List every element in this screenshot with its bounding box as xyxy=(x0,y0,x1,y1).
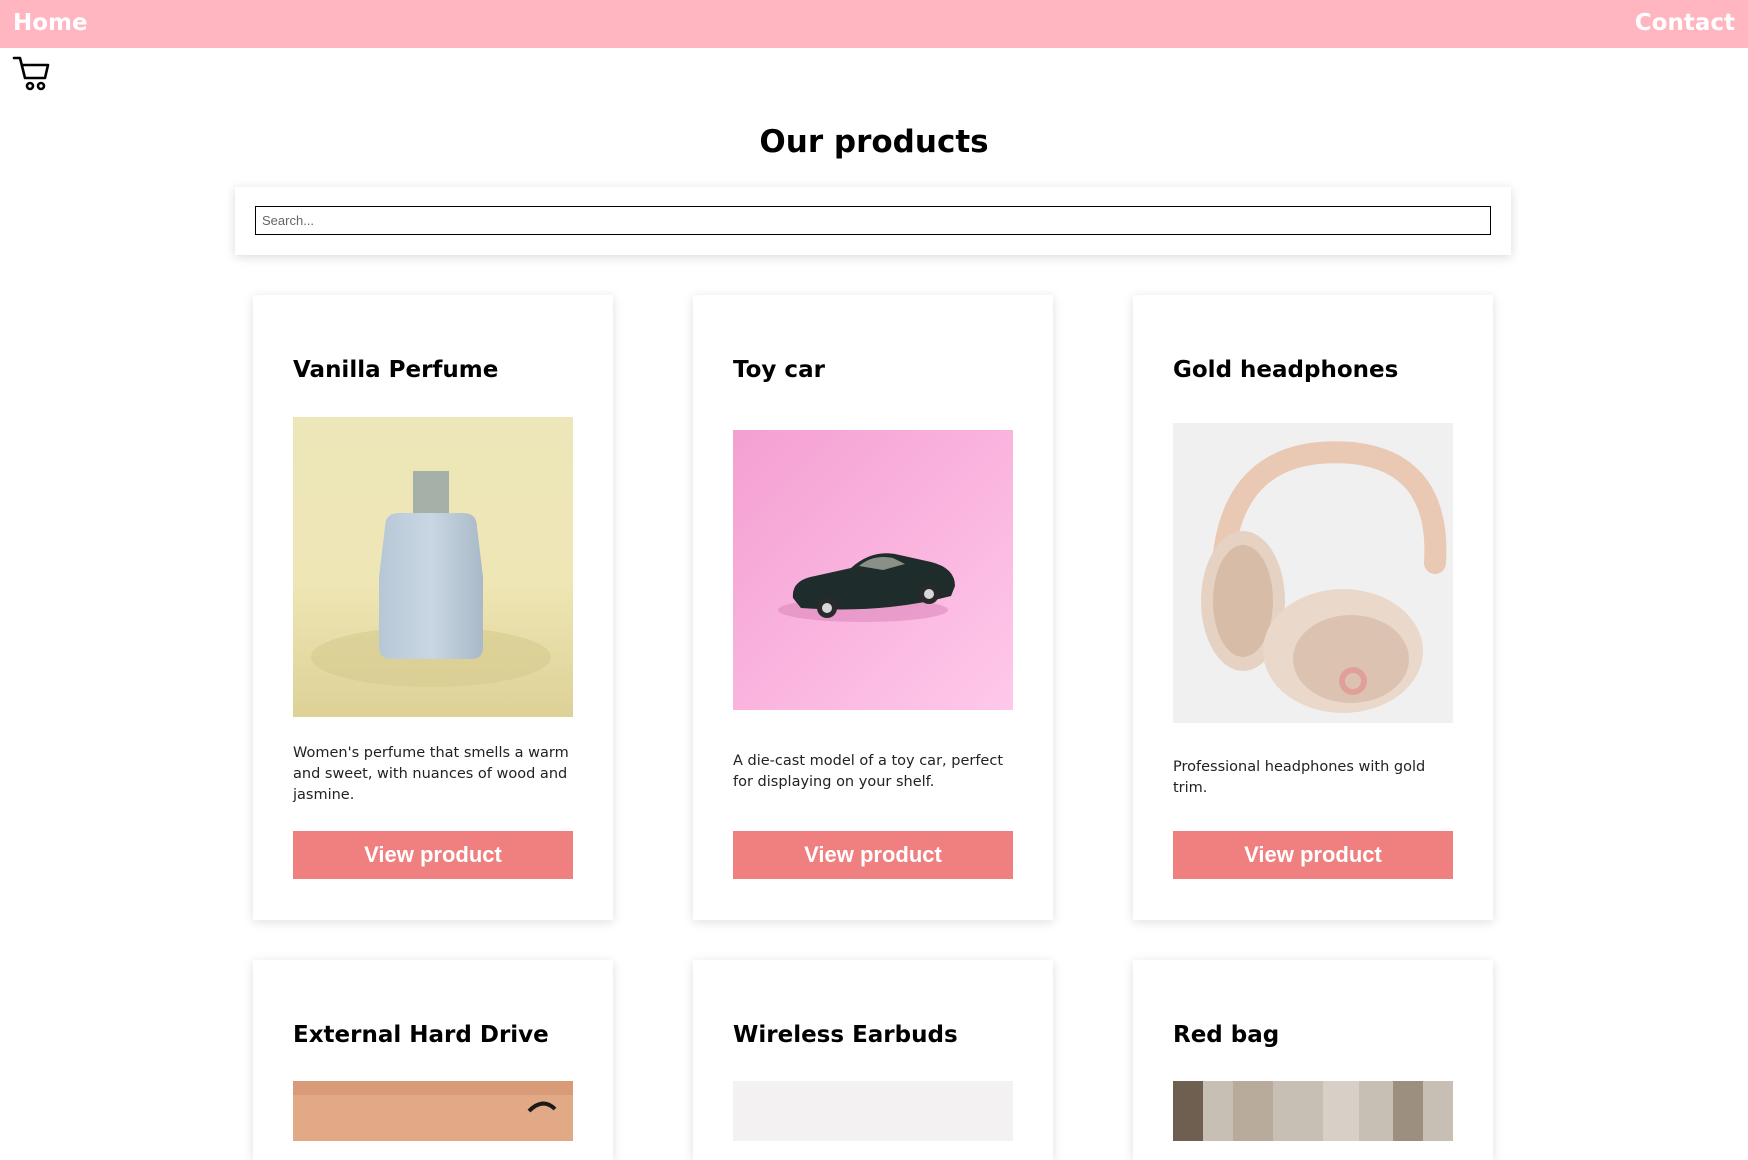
product-title: Wireless Earbuds xyxy=(733,1022,958,1048)
search-input[interactable] xyxy=(255,206,1491,235)
product-card-gold-headphones: Gold headphones Professional headphones … xyxy=(1133,295,1493,920)
view-product-button[interactable]: View product xyxy=(733,831,1013,879)
toy-car-image xyxy=(733,430,1013,710)
product-title: External Hard Drive xyxy=(293,1022,549,1048)
product-description: Professional headphones with gold trim. xyxy=(1173,759,1426,796)
product-title: Gold headphones xyxy=(1173,357,1399,383)
product-title: Vanilla Perfume xyxy=(293,357,499,383)
page-title: Our products xyxy=(759,124,989,160)
perfume-bottle-image xyxy=(293,417,573,717)
search-panel xyxy=(235,187,1511,255)
top-nav-bar: Home Contact xyxy=(0,0,1748,48)
product-card-vanilla-perfume: Vanilla Perfume Women's perfume that sme… xyxy=(253,295,613,920)
hard-drive-image xyxy=(293,1081,573,1141)
product-card-red-bag: Red bag xyxy=(1133,960,1493,1160)
product-card-wireless-earbuds: Wireless Earbuds xyxy=(693,960,1053,1160)
product-title: Red bag xyxy=(1173,1022,1280,1048)
nav-contact-link[interactable]: Contact xyxy=(1635,10,1735,36)
view-product-button[interactable]: View product xyxy=(293,831,573,879)
nav-home-link[interactable]: Home xyxy=(13,10,88,36)
shopping-cart-icon[interactable] xyxy=(12,54,50,92)
product-card-external-hard-drive: External Hard Drive xyxy=(253,960,613,1160)
headphones-image xyxy=(1173,423,1453,723)
view-product-button[interactable]: View product xyxy=(1173,831,1453,879)
product-card-toy-car: Toy car A die-cast model of a toy car, p… xyxy=(693,295,1053,920)
product-description: Women's perfume that smells a warm and s… xyxy=(293,745,569,803)
product-title: Toy car xyxy=(733,357,825,383)
red-bag-image xyxy=(1173,1081,1453,1141)
product-description: A die-cast model of a toy car, perfect f… xyxy=(733,753,1004,790)
earbuds-image xyxy=(733,1081,1013,1141)
